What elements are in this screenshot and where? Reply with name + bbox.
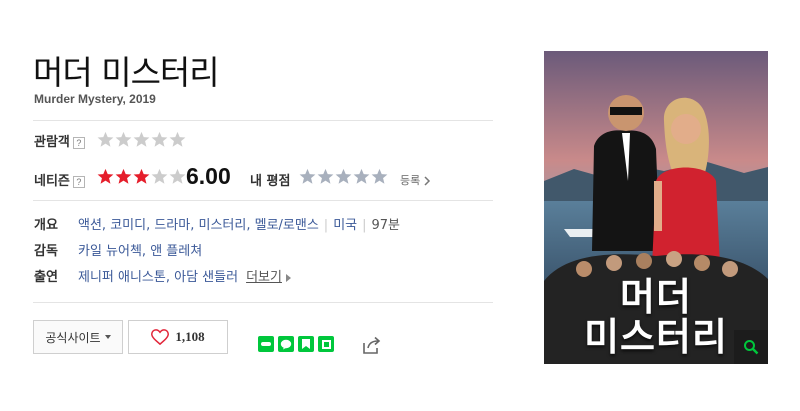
star-filled-icon — [115, 168, 132, 184]
star-empty-icon — [133, 131, 150, 147]
star-empty-icon — [169, 131, 186, 147]
genre-link[interactable]: 멜로/로맨스 — [255, 218, 319, 233]
share-icon[interactable] — [360, 334, 382, 356]
official-site-label: 공식사이트 — [45, 330, 101, 345]
star-empty-icon — [97, 131, 114, 147]
help-icon[interactable]: ? — [72, 136, 85, 149]
share-icons — [258, 336, 334, 352]
star-empty-icon — [335, 168, 352, 184]
genre-list: 액션, 코미디, 드라마, 미스터리, 멜로/로맨스 — [78, 218, 319, 233]
magnifier-icon — [744, 340, 759, 355]
heart-icon — [151, 329, 170, 345]
caret-down-icon — [104, 335, 111, 339]
band-glyph — [261, 342, 271, 346]
director-label: 감독 — [34, 244, 58, 259]
runtime: 97분 — [371, 218, 401, 233]
bookmark-glyph — [302, 339, 310, 349]
like-button[interactable]: 1,108 — [128, 320, 228, 354]
star-empty-icon — [317, 168, 334, 184]
genre-row: 액션, 코미디, 드라마, 미스터리, 멜로/로맨스 | 미국 | 97분 — [78, 214, 400, 233]
official-site-dropdown[interactable]: 공식사이트 — [33, 320, 123, 354]
memo-icon[interactable] — [318, 336, 334, 352]
my-rating-stars[interactable] — [299, 168, 389, 185]
star-empty-icon — [151, 168, 168, 184]
star-empty-icon — [299, 168, 316, 184]
zoom-button[interactable] — [734, 330, 768, 364]
star-empty-icon — [371, 168, 388, 184]
star-empty-icon — [169, 168, 186, 184]
star-empty-icon — [115, 131, 132, 147]
genre-link[interactable]: 미스터리 — [199, 218, 247, 233]
star-empty-icon — [151, 131, 168, 147]
netizen-rating-label: 네티즌? — [34, 170, 85, 189]
comma: , — [101, 218, 111, 233]
register-rating-link[interactable]: 등록 — [400, 172, 431, 188]
genre-link[interactable]: 코미디 — [110, 218, 146, 233]
separator: | — [323, 218, 329, 233]
my-rating-label: 내 평점 — [250, 174, 291, 189]
like-count: 1,108 — [175, 329, 205, 344]
comma: , — [190, 218, 199, 233]
star-empty-icon — [353, 168, 370, 184]
country-link[interactable]: 미국 — [333, 218, 357, 233]
star-filled-icon — [97, 168, 114, 184]
band-icon[interactable] — [258, 336, 274, 352]
movie-poster[interactable]: 머더 미스터리 — [544, 51, 768, 364]
help-icon[interactable]: ? — [72, 175, 85, 188]
audience-rating-label: 관람객? — [34, 131, 85, 150]
memo-glyph — [321, 339, 331, 349]
audience-stars — [97, 131, 187, 148]
cast-link[interactable]: 제니퍼 애니스톤, 아담 샌들러 — [78, 270, 238, 285]
line-icon[interactable] — [278, 336, 294, 352]
movie-subtitle: Murder Mystery, 2019 — [34, 92, 156, 106]
divider — [33, 200, 493, 201]
cast-label: 출연 — [34, 270, 58, 285]
netizen-score: 6.00 — [186, 163, 231, 189]
movie-title: 머더 미스터리 — [33, 53, 220, 92]
netizen-stars — [97, 168, 187, 185]
genre-label: 개요 — [34, 218, 58, 233]
genre-link[interactable]: 드라마 — [154, 218, 190, 233]
director-link[interactable]: 카일 뉴어첵, 앤 플레쳐 — [78, 240, 202, 259]
poster-title-line1: 머더 — [620, 275, 692, 319]
divider — [33, 302, 493, 303]
bookmark-icon[interactable] — [298, 336, 314, 352]
comma: , — [246, 218, 255, 233]
star-filled-icon — [133, 168, 150, 184]
genre-link[interactable]: 액션 — [78, 218, 102, 233]
triangle-right-icon — [285, 273, 291, 282]
divider — [33, 120, 493, 121]
separator: | — [362, 218, 367, 233]
chevron-right-icon — [424, 176, 431, 186]
line-glyph — [280, 339, 292, 349]
cast-row: 제니퍼 애니스톤, 아담 샌들러 더보기 — [78, 266, 291, 285]
more-cast-link[interactable]: 더보기 — [246, 270, 282, 285]
